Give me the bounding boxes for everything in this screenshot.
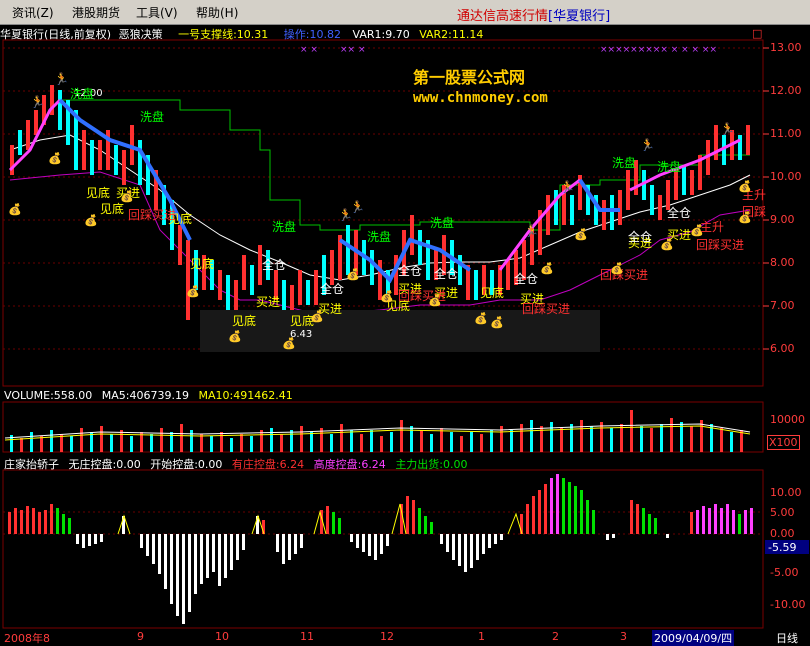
no-control-value: 无庄控盘:0.00	[68, 458, 141, 471]
signal-washout: 洗盘	[430, 216, 455, 230]
money-bag-icon: 💰	[380, 290, 394, 303]
signal-pullback-buy: 回踩买进	[128, 208, 177, 222]
date-label: 9	[137, 630, 144, 643]
money-bag-icon: 💰	[574, 228, 588, 241]
money-bag-icon: 💰	[84, 214, 98, 227]
signal-pullback-buy: 回踩买进	[600, 268, 649, 282]
price-tick-10: 10.00	[770, 170, 802, 183]
signal-full-position: 全仓	[667, 206, 692, 220]
signal-bottom: 见底	[480, 286, 505, 300]
runner-icon: 🏃	[720, 122, 735, 136]
high-control-value: 高度控盘:6.24	[313, 458, 386, 471]
indicator-tick-minus5: -5.00	[770, 566, 799, 579]
signal-bottom: 见底	[232, 314, 257, 328]
indicator-tick-0: 0.00	[770, 527, 795, 540]
signal-washout: 洗盘	[140, 110, 165, 124]
money-bag-icon: 💰	[540, 262, 554, 275]
money-bag-icon: 💰	[690, 224, 704, 237]
svg-text:× ×: × ×	[300, 45, 318, 55]
volume-value: VOLUME:558.00	[4, 389, 93, 402]
price-tick-12: 12.00	[770, 84, 802, 97]
signal-full-position: 全仓	[514, 272, 539, 286]
indicator-header: 庄家抬轿子 无庄控盘:0.00 开始控盘:0.00 有庄控盘:6.24 高度控盘…	[4, 456, 468, 472]
signal-buy: 买进	[256, 295, 281, 309]
date-label: 3	[620, 630, 627, 643]
indicator-positive-bars	[8, 474, 753, 534]
indicator-tick-10: 10.00	[770, 486, 802, 499]
signal-washout: 洗盘	[272, 220, 297, 234]
start-control-value: 开始控盘:0.00	[150, 458, 223, 471]
indicator-current-value: -5.59	[768, 541, 797, 554]
date-label: 2008年8	[4, 632, 50, 645]
signal-washout: 洗盘	[70, 87, 95, 101]
signal-full-position: 全仓	[628, 230, 653, 244]
indicator-tick-minus10: -10.00	[770, 598, 806, 611]
money-bag-icon: 💰	[48, 152, 62, 165]
signal-pullback-buy: 回踩买进	[696, 238, 745, 252]
main-out-value: 主力出货:0.00	[395, 458, 468, 471]
date-label: 2	[552, 630, 559, 643]
money-bag-icon: 💰	[282, 337, 296, 350]
price-tick-11: 11.00	[770, 127, 802, 140]
volume-header: VOLUME:558.00 MA5:406739.19 MA10:491462.…	[4, 389, 293, 402]
date-label: 11	[300, 630, 314, 643]
money-bag-icon: 💰	[738, 211, 752, 224]
money-bag-icon: 💰	[120, 190, 134, 203]
volume-ma10: MA10:491462.41	[198, 389, 293, 402]
has-control-value: 有庄控盘:6.24	[231, 458, 305, 471]
money-bag-icon: 💰	[474, 312, 488, 325]
signal-full-position: 全仓	[320, 282, 345, 296]
price-tick-8: 8.00	[770, 256, 795, 269]
volume-ma5: MA5:406739.19	[101, 389, 189, 402]
date-label: 10	[215, 630, 229, 643]
svg-text:××××××××× × × × ××: ××××××××× × × × ××	[600, 45, 717, 55]
price-tick-7: 7.00	[770, 299, 795, 312]
money-bag-icon: 💰	[738, 180, 752, 193]
indicator-name: 庄家抬轿子	[4, 458, 59, 471]
runner-icon: 🏃	[350, 200, 365, 214]
runner-icon: 🏃	[640, 138, 655, 152]
money-bag-icon: 💰	[346, 268, 360, 281]
signal-washout: 洗盘	[612, 156, 637, 170]
price-tick-9: 9.00	[770, 213, 795, 226]
indicator-tick-5: 5.00	[770, 506, 795, 519]
volume-tick: 10000	[770, 413, 805, 426]
money-bag-icon: 💰	[428, 294, 442, 307]
chart-canvas: × × ×× × ××××××××× × × × ××	[2, 39, 809, 629]
signal-pullback-buy: 回踩买进	[522, 302, 571, 316]
svg-text:×× ×: ×× ×	[340, 45, 365, 55]
signal-full-position: 全仓	[398, 264, 423, 278]
money-bag-icon: 💰	[310, 310, 324, 323]
signal-bottom: 见底	[86, 186, 111, 200]
date-label: 12	[380, 630, 394, 643]
price-tick-6: 6.00	[770, 342, 795, 355]
runner-icon: 🏃	[30, 95, 45, 109]
money-bag-icon: 💰	[228, 330, 242, 343]
money-bag-icon: 💰	[8, 203, 22, 216]
money-bag-icon: 💰	[490, 316, 504, 329]
indicator-negative-bars	[76, 534, 669, 624]
signal-washout: 洗盘	[367, 230, 392, 244]
money-bag-icon: 💰	[660, 238, 674, 251]
top-x-marks: × × ×× × ××××××××× × × × ××	[300, 45, 717, 55]
period-selector[interactable]: 日线	[776, 630, 798, 646]
volume-ma10-line	[4, 425, 751, 441]
signal-bottom: 见底	[190, 257, 215, 271]
runner-icon: 🏃	[560, 180, 575, 194]
price-tick-13: 13.00	[770, 41, 802, 54]
signal-full-position: 全仓	[262, 258, 287, 272]
current-date: 2009/04/09/四	[652, 630, 735, 646]
signal-full-position: 全仓	[434, 267, 459, 281]
volume-unit: X100	[767, 435, 800, 450]
runner-icon: 🏃	[54, 72, 69, 86]
date-label: 1	[478, 630, 485, 643]
runner-icon: 🏃	[524, 224, 539, 238]
signal-washout: 洗盘	[657, 160, 682, 174]
money-bag-icon: 💰	[610, 262, 624, 275]
money-bag-icon: 💰	[186, 285, 200, 298]
